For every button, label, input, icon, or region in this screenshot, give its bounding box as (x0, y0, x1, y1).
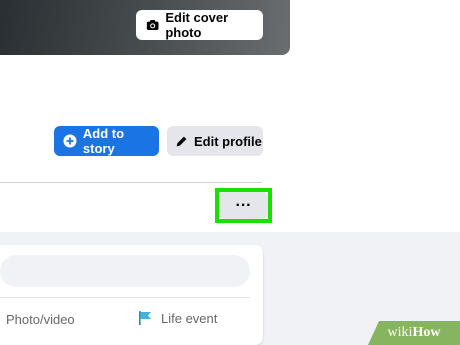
plus-circle-icon (63, 134, 77, 148)
section-divider (0, 182, 262, 183)
pencil-icon (176, 136, 187, 146)
more-options-button[interactable]: ··· (219, 192, 268, 219)
photo-video-button[interactable]: Photo/video (6, 312, 75, 327)
add-to-story-label: Add to story (82, 126, 125, 156)
photo-video-label: Photo/video (6, 312, 75, 327)
edit-profile-button[interactable]: Edit profile (167, 126, 263, 156)
composer-divider (0, 297, 250, 298)
flag-icon (139, 311, 151, 325)
wikihow-watermark: wiki How (368, 321, 460, 345)
life-event-label: Life event (161, 310, 218, 326)
more-options-icon: ··· (235, 196, 252, 214)
watermark-suffix: How (412, 325, 441, 340)
edit-profile-label: Edit profile (194, 133, 262, 149)
edit-cover-photo-label: Edit cover photo (165, 10, 229, 40)
composer-input[interactable] (0, 255, 250, 287)
watermark-prefix: wiki (387, 325, 413, 340)
edit-cover-photo-button[interactable]: Edit cover photo (136, 10, 263, 40)
life-event-button[interactable]: Life event (137, 310, 217, 326)
add-to-story-button[interactable]: Add to story (54, 126, 159, 156)
camera-icon (146, 20, 159, 30)
